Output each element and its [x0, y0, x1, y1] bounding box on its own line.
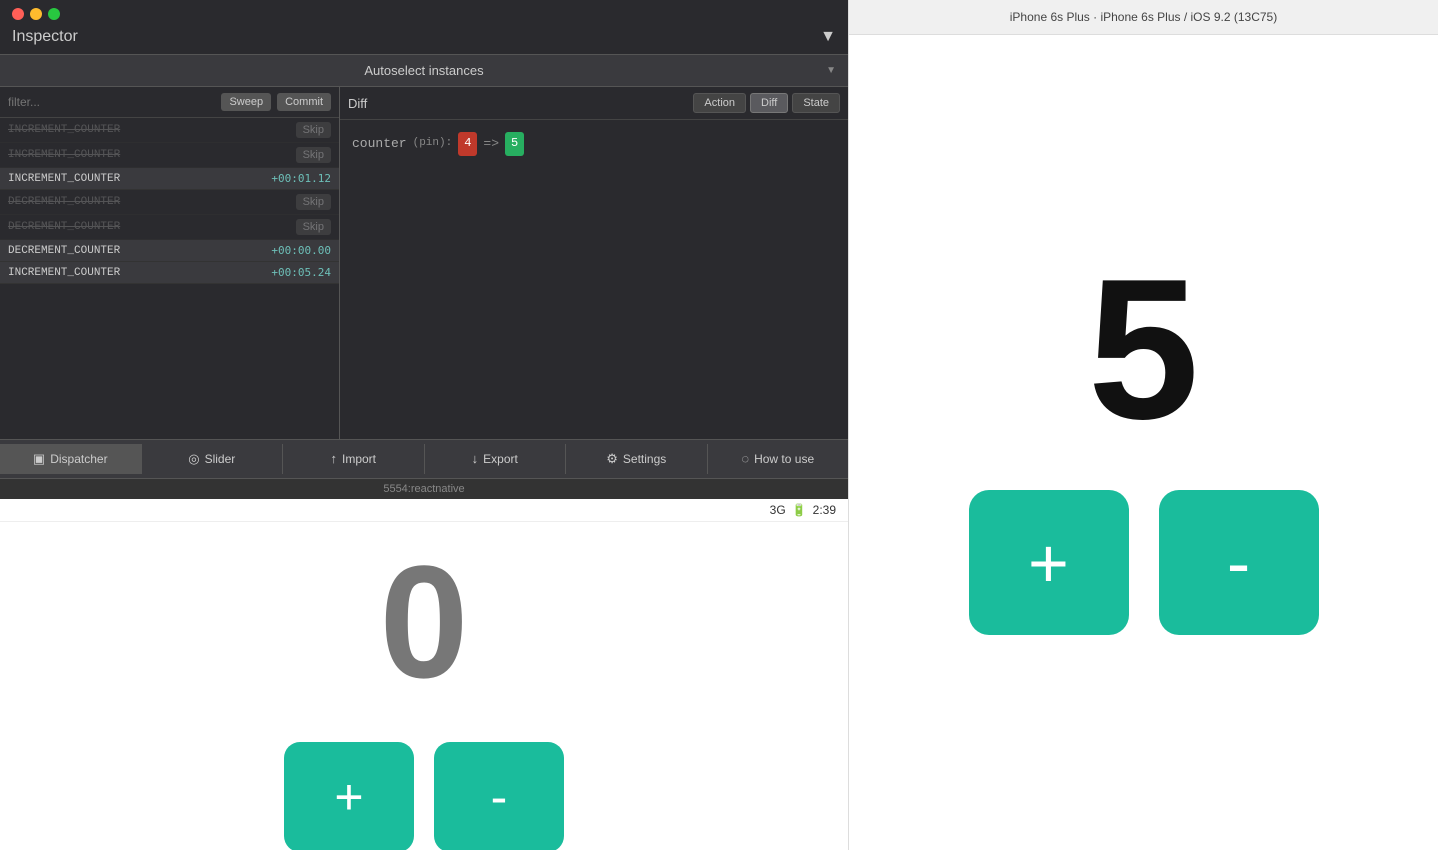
action-list: Sweep Commit INCREMENT_COUNTERSkipINCREM… — [0, 87, 340, 439]
tabs-container: ActionDiffState — [693, 93, 840, 113]
traffic-lights — [0, 0, 848, 24]
inspector-body: Sweep Commit INCREMENT_COUNTERSkipINCREM… — [0, 87, 848, 439]
dispatcher-label: Dispatcher — [50, 452, 107, 466]
diff-line: counter (pin): 4 => 5 — [352, 132, 836, 156]
action-name: DECREMENT_COUNTER — [8, 196, 120, 208]
toolbar-btn-export[interactable]: ↓ Export — [425, 444, 567, 474]
toolbar-btn-import[interactable]: ↑ Import — [283, 444, 425, 474]
action-item[interactable]: INCREMENT_COUNTER Skip — [0, 143, 339, 168]
status-bar: 5554:reactnative — [0, 478, 848, 499]
tab-state[interactable]: State — [792, 93, 840, 113]
phone-statusbar: 3G 🔋 2:39 — [0, 499, 848, 522]
slider-label: Slider — [205, 452, 236, 466]
action-time: +00:05.24 — [271, 266, 331, 279]
skip-button[interactable]: Skip — [296, 147, 331, 163]
settings-label: Settings — [623, 452, 666, 466]
autoselect-header: Autoselect instances ▼ — [0, 54, 848, 87]
emulator-counter: 0 — [380, 542, 469, 702]
commit-button[interactable]: Commit — [277, 93, 331, 111]
filter-input[interactable] — [8, 95, 215, 109]
action-item[interactable]: INCREMENT_COUNTER +00:05.24 — [0, 262, 339, 284]
how-to-use-icon: ◌ — [741, 451, 749, 466]
right-content: 5 + - — [849, 35, 1438, 850]
right-topbar: iPhone 6s Plus · iPhone 6s Plus / iOS 9.… — [849, 0, 1438, 35]
main-minus-button[interactable]: - — [1159, 490, 1319, 635]
left-panel: Inspector ▼ Autoselect instances ▼ Sweep… — [0, 0, 848, 850]
skip-button[interactable]: Skip — [296, 219, 331, 235]
how-to-use-label: How to use — [754, 452, 814, 466]
phone-content: 0 + - — [0, 522, 848, 850]
emulator-plus-button[interactable]: + — [284, 742, 414, 850]
toolbar-btn-dispatcher[interactable]: ▣ Dispatcher — [0, 444, 142, 474]
diff-old-value: 4 — [458, 132, 477, 156]
traffic-light-yellow[interactable] — [30, 8, 42, 20]
emulator-minus-button[interactable]: - — [434, 742, 564, 850]
import-icon: ↑ — [330, 451, 337, 466]
action-item[interactable]: INCREMENT_COUNTER +00:01.12 — [0, 168, 339, 190]
right-panel: iPhone 6s Plus · iPhone 6s Plus / iOS 9.… — [848, 0, 1438, 850]
tab-action[interactable]: Action — [693, 93, 746, 113]
phone-time: 2:39 — [813, 503, 836, 517]
tab-diff[interactable]: Diff — [750, 93, 788, 113]
actions-container: INCREMENT_COUNTER Skip INCREMENT_COUNTER Sk… — [0, 118, 339, 284]
action-name: INCREMENT_COUNTER — [8, 149, 120, 161]
skip-button[interactable]: Skip — [296, 122, 331, 138]
diff-label: Diff — [348, 96, 687, 111]
main-counter: 5 — [1088, 250, 1199, 450]
action-item[interactable]: DECREMENT_COUNTER Skip — [0, 190, 339, 215]
main-button-row: + - — [969, 490, 1319, 635]
inspector-header: Inspector ▼ — [0, 24, 848, 54]
toolbar-btn-slider[interactable]: ◎ Slider — [142, 444, 284, 474]
inspector-title: Inspector — [12, 28, 78, 46]
signal-icon: 3G — [770, 503, 786, 517]
diff-pin: (pin): — [413, 134, 453, 154]
emulator-button-row: + - — [284, 742, 564, 850]
battery-icon: 🔋 — [792, 503, 807, 517]
toolbar-btn-how-to-use[interactable]: ◌ How to use — [708, 444, 849, 474]
diff-tabs: Diff ActionDiffState — [340, 87, 848, 120]
slider-icon: ◎ — [188, 451, 199, 467]
filter-bar: Sweep Commit — [0, 87, 339, 118]
export-label: Export — [483, 452, 518, 466]
diff-key: counter — [352, 132, 407, 155]
autoselect-dropdown-icon[interactable]: ▼ — [826, 65, 836, 76]
action-item[interactable]: DECREMENT_COUNTER Skip — [0, 215, 339, 240]
diff-panel: Diff ActionDiffState counter (pin): 4 =>… — [340, 87, 848, 439]
action-time: +00:00.00 — [271, 244, 331, 257]
settings-icon: ⚙ — [606, 451, 618, 467]
action-item[interactable]: DECREMENT_COUNTER +00:00.00 — [0, 240, 339, 262]
sweep-button[interactable]: Sweep — [221, 93, 271, 111]
main-plus-button[interactable]: + — [969, 490, 1129, 635]
diff-content: counter (pin): 4 => 5 — [340, 120, 848, 439]
bottom-toolbar: ▣ Dispatcher ◎ Slider ↑ Import ↓ Export ⚙ Setting… — [0, 439, 848, 478]
export-icon: ↓ — [472, 451, 479, 466]
action-name: DECREMENT_COUNTER — [8, 245, 120, 257]
action-name: INCREMENT_COUNTER — [8, 173, 120, 185]
toolbar-btn-settings[interactable]: ⚙ Settings — [566, 444, 708, 474]
diff-arrow: => — [483, 132, 499, 155]
toolbar-container: ▣ Dispatcher ◎ Slider ↑ Import ↓ Export ⚙ Setting… — [0, 444, 848, 474]
traffic-light-green[interactable] — [48, 8, 60, 20]
traffic-light-red[interactable] — [12, 8, 24, 20]
action-name: DECREMENT_COUNTER — [8, 221, 120, 233]
emulator-area: 3G 🔋 2:39 0 + - — [0, 499, 848, 850]
autoselect-title: Autoselect instances — [16, 63, 832, 78]
diff-new-value: 5 — [505, 132, 524, 156]
import-label: Import — [342, 452, 376, 466]
skip-button[interactable]: Skip — [296, 194, 331, 210]
action-time: +00:01.12 — [271, 172, 331, 185]
action-item[interactable]: INCREMENT_COUNTER Skip — [0, 118, 339, 143]
inspector-dropdown-icon[interactable]: ▼ — [820, 28, 836, 46]
action-name: INCREMENT_COUNTER — [8, 267, 120, 279]
action-name: INCREMENT_COUNTER — [8, 124, 120, 136]
right-title: iPhone 6s Plus · iPhone 6s Plus / iOS 9.… — [865, 10, 1422, 24]
dispatcher-icon: ▣ — [33, 451, 45, 467]
